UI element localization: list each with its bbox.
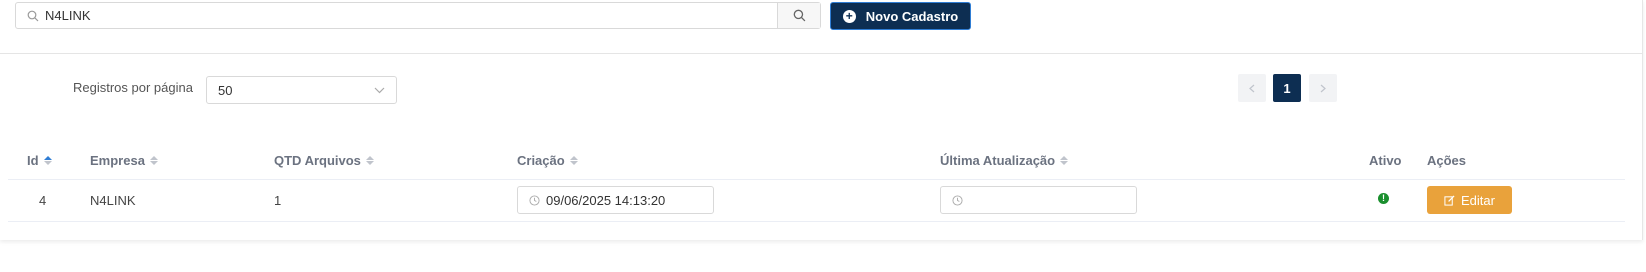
criacao-date-field[interactable]: 09/06/2025 14:13:20 (517, 186, 714, 214)
header-criacao-label: Criação (517, 153, 565, 168)
content-card: + Novo Cadastro Registros por página 50 … (0, 0, 1643, 240)
sort-icon[interactable] (149, 156, 158, 165)
edit-icon (1444, 194, 1455, 206)
header-acoes-label: Ações (1427, 153, 1467, 168)
chevron-down-icon (374, 87, 385, 93)
cell-id: 4 (39, 193, 47, 208)
prev-page-button[interactable] (1238, 74, 1266, 102)
cell-empresa: N4LINK (90, 193, 136, 208)
plus-circle-icon: + (842, 9, 856, 23)
header-id[interactable]: Id (27, 153, 52, 168)
header-empresa[interactable]: Empresa (90, 153, 158, 168)
atualizacao-date-field[interactable] (940, 186, 1137, 214)
search-icon (793, 9, 805, 22)
sort-icon[interactable] (365, 156, 374, 165)
chevron-right-icon (1320, 84, 1326, 92)
cell-qtd-arquivos: 1 (274, 193, 282, 208)
search-input[interactable] (43, 7, 747, 24)
search-field (16, 3, 777, 28)
header-id-label: Id (27, 153, 39, 168)
edit-button[interactable]: Editar (1427, 186, 1512, 214)
header-ultima-atualizacao[interactable]: Última Atualização (940, 153, 1069, 168)
next-page-button[interactable] (1309, 74, 1337, 102)
header-atualizacao-label: Última Atualização (940, 153, 1056, 168)
header-qtd-arquivos[interactable]: QTD Arquivos (274, 153, 374, 168)
active-status-icon: ! (1378, 193, 1389, 204)
sort-icon[interactable] (569, 156, 578, 165)
new-record-label: Novo Cadastro (865, 8, 959, 24)
new-record-button[interactable]: + Novo Cadastro (830, 2, 971, 30)
chevron-left-icon (1249, 84, 1255, 92)
sort-icon[interactable] (1060, 156, 1069, 165)
header-criacao[interactable]: Criação (517, 153, 578, 168)
search-icon (27, 10, 39, 21)
clock-icon (952, 194, 963, 206)
row-divider (8, 221, 1625, 222)
header-ativo-label: Ativo (1369, 153, 1402, 168)
per-page-label: Registros por página (73, 80, 193, 95)
sort-icon[interactable] (43, 156, 52, 165)
page-button-current[interactable]: 1 (1273, 74, 1301, 102)
search-bar (15, 2, 821, 29)
per-page-select[interactable]: 50 (206, 76, 397, 104)
criacao-date-value: 09/06/2025 14:13:20 (546, 192, 666, 208)
per-page-value: 50 (218, 82, 233, 98)
row-divider (8, 179, 1625, 180)
header-empresa-label: Empresa (90, 153, 145, 168)
clock-icon (529, 194, 540, 206)
header-ativo: Ativo (1369, 153, 1402, 168)
header-acoes: Ações (1427, 153, 1466, 168)
search-button[interactable] (777, 3, 820, 28)
edit-label: Editar (1461, 192, 1495, 208)
divider (0, 53, 1642, 54)
header-qtd-label: QTD Arquivos (274, 153, 361, 168)
